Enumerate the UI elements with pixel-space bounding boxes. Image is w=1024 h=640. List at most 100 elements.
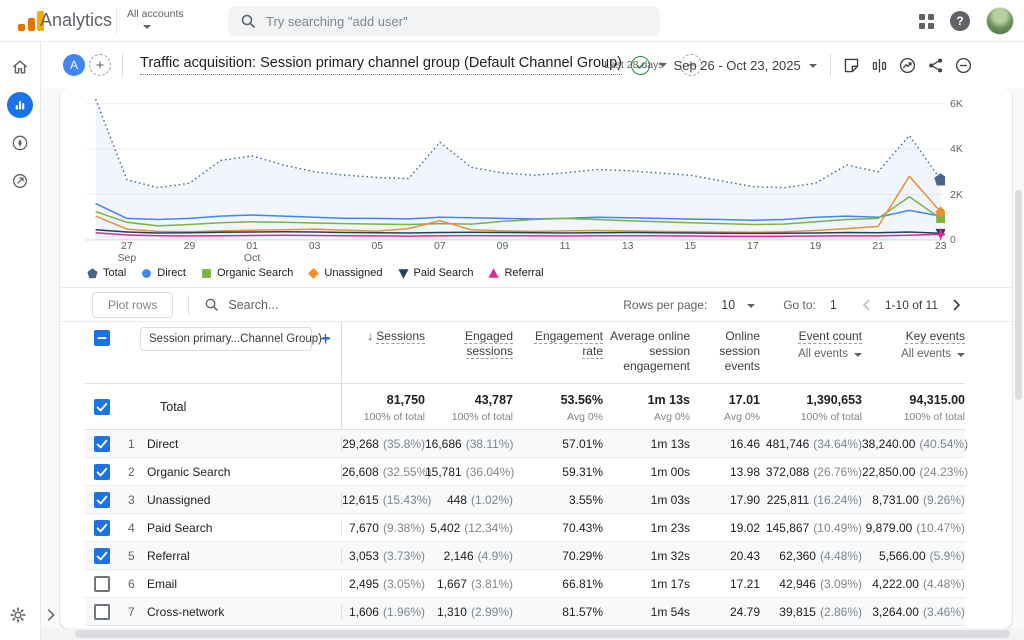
add-comparison-button[interactable]: +	[89, 54, 111, 76]
row-checkbox[interactable]	[94, 464, 110, 480]
legend-item-paid-search[interactable]: Paid Search	[398, 267, 474, 279]
table-search-placeholder: Search...	[228, 298, 278, 312]
row-checkbox[interactable]	[94, 492, 110, 508]
row-number: 4	[125, 521, 147, 535]
cell-engaged-sessions: 448(1.02%)	[425, 493, 513, 507]
select-all-checkbox[interactable]	[94, 330, 110, 346]
header-checkbox-cell	[85, 322, 125, 383]
row-checkbox-cell	[85, 464, 125, 480]
x-axis-tick: 13	[608, 240, 648, 252]
cell-average-online-session-engagement: 1m 03s	[603, 493, 690, 507]
horizontal-scrollbar-thumb[interactable]	[75, 630, 1010, 638]
pentagon-marker-icon	[87, 268, 98, 279]
triangle-down-marker-icon	[398, 268, 409, 279]
table-row-direct: 1Direct29,268(35.8%)16,686(38.11%)57.01%…	[85, 430, 965, 458]
column-header-event-count[interactable]: Event countAll events	[760, 322, 862, 383]
row-checkbox[interactable]	[94, 436, 110, 452]
row-checkbox[interactable]	[94, 576, 110, 592]
x-axis-tick: 01 Oct	[232, 240, 272, 264]
column-header-engaged-sessions[interactable]: Engaged sessions	[425, 322, 513, 383]
nav-explore[interactable]	[7, 130, 33, 156]
row-checkbox[interactable]	[94, 520, 110, 536]
previous-page-button[interactable]	[859, 297, 875, 313]
cell-online-session-events: 20.43	[690, 549, 760, 563]
chevron-down-icon[interactable]	[809, 64, 817, 68]
row-checkbox-cell	[85, 548, 125, 564]
add-dimension-button[interactable]: +	[320, 329, 331, 351]
divider	[116, 8, 117, 34]
date-range-selector[interactable]: Sep 26 - Oct 23, 2025	[674, 58, 801, 73]
next-page-button[interactable]	[948, 297, 964, 313]
account-switcher[interactable]: All accounts	[127, 8, 184, 32]
property-avatar[interactable]: A	[63, 54, 85, 76]
advertising-target-icon	[10, 171, 30, 191]
cell-key-events: 8,731.00(9.26%)	[862, 493, 965, 507]
global-search-input[interactable]: Try searching "add user"	[228, 6, 660, 36]
sort-desc-arrow-icon: ↓	[367, 329, 373, 343]
table-row-organic-search: 2Organic Search26,608(32.55%)15,781(36.0…	[85, 458, 965, 486]
goto-page-label: Go to:	[783, 298, 816, 312]
chevron-down-icon[interactable]	[747, 304, 755, 308]
cell-key-events: 9,879.00(10.47%)	[862, 521, 965, 535]
cell-online-session-events: 17.21	[690, 577, 760, 591]
channel-name: Referral	[147, 549, 341, 563]
chevron-down-icon	[854, 353, 862, 357]
y-axis-tick: 4K	[950, 143, 980, 155]
goto-page-value[interactable]: 1	[830, 298, 837, 312]
comparison-icon[interactable]	[870, 56, 889, 75]
x-axis-tick: 19	[796, 240, 836, 252]
divider	[188, 295, 189, 315]
legend-item-organic-search[interactable]: Organic Search	[201, 267, 293, 279]
dimension-selector[interactable]: Session primary...Channel Group)	[140, 327, 312, 351]
horizontal-scrollbar[interactable]	[41, 628, 1024, 640]
legend-label: Paid Search	[414, 267, 474, 279]
legend-label: Direct	[157, 267, 186, 279]
nav-advertising[interactable]	[7, 168, 33, 194]
share-icon[interactable]	[926, 56, 945, 75]
legend-item-unassigned[interactable]: Unassigned	[308, 267, 382, 279]
metric-filter-value: All events	[798, 348, 848, 360]
user-avatar[interactable]	[986, 7, 1014, 35]
row-number: 6	[125, 577, 147, 591]
nav-reports[interactable]	[7, 92, 33, 118]
notes-icon[interactable]	[842, 56, 861, 75]
cell-event-count: 62,360(4.48%)	[760, 549, 862, 563]
table-row-referral: 5Referral3,053(3.73%)2,146(4.9%)70.29%1m…	[85, 542, 965, 570]
customize-report-icon[interactable]	[954, 56, 973, 75]
column-header-engagement-rate[interactable]: Engagement rate	[513, 322, 603, 383]
cell-engagement-rate: 70.29%	[513, 549, 603, 563]
x-axis-tick: 09	[483, 240, 523, 252]
table-header-row: Session primary...Channel Group) + ↓Sess…	[85, 322, 965, 384]
search-icon	[204, 297, 219, 312]
metric-filter[interactable]: All events	[760, 347, 862, 362]
report-title[interactable]: Traffic acquisition: Session primary cha…	[140, 55, 622, 75]
apps-grid-icon[interactable]	[919, 14, 934, 29]
pagination-range: 1-10 of 11	[885, 298, 938, 312]
pagination: Rows per page: 10 Go to: 1 1-10 of 11	[623, 297, 1012, 313]
metric-filter[interactable]: All events	[862, 347, 965, 362]
plot-rows-button[interactable]: Plot rows	[92, 292, 173, 318]
legend-item-direct[interactable]: Direct	[141, 267, 186, 279]
column-header-key-events[interactable]: Key eventsAll events	[862, 322, 965, 383]
column-label: Sessions	[376, 329, 425, 343]
legend-item-total[interactable]: Total	[87, 267, 126, 279]
rows-per-page-value[interactable]: 10	[721, 298, 735, 312]
legend-item-referral[interactable]: Referral	[488, 267, 543, 279]
table-search-input[interactable]: Search...	[204, 297, 278, 312]
help-icon[interactable]: ?	[950, 11, 970, 31]
column-header-average-online-session-engagement[interactable]: Average online session engagement	[603, 322, 690, 383]
cell-online-session-events: 24.79	[690, 605, 760, 619]
column-header-sessions[interactable]: ↓Sessions	[341, 322, 425, 383]
admin-settings[interactable]	[8, 605, 28, 630]
row-checkbox[interactable]	[94, 548, 110, 564]
rows-per-page-label: Rows per page:	[623, 298, 707, 312]
column-header-online-session-events[interactable]: Online session events	[690, 322, 760, 383]
insights-icon[interactable]	[898, 56, 917, 75]
cell-event-count: 39,815(2.86%)	[760, 605, 862, 619]
date-preset-label: Last 28 days	[604, 59, 664, 71]
expand-sidebar-button[interactable]	[44, 608, 58, 627]
nav-home[interactable]	[7, 54, 33, 80]
row-checkbox[interactable]	[94, 604, 110, 620]
vertical-scrollbar-thumb[interactable]	[1015, 190, 1022, 400]
total-checkbox[interactable]	[94, 399, 110, 415]
